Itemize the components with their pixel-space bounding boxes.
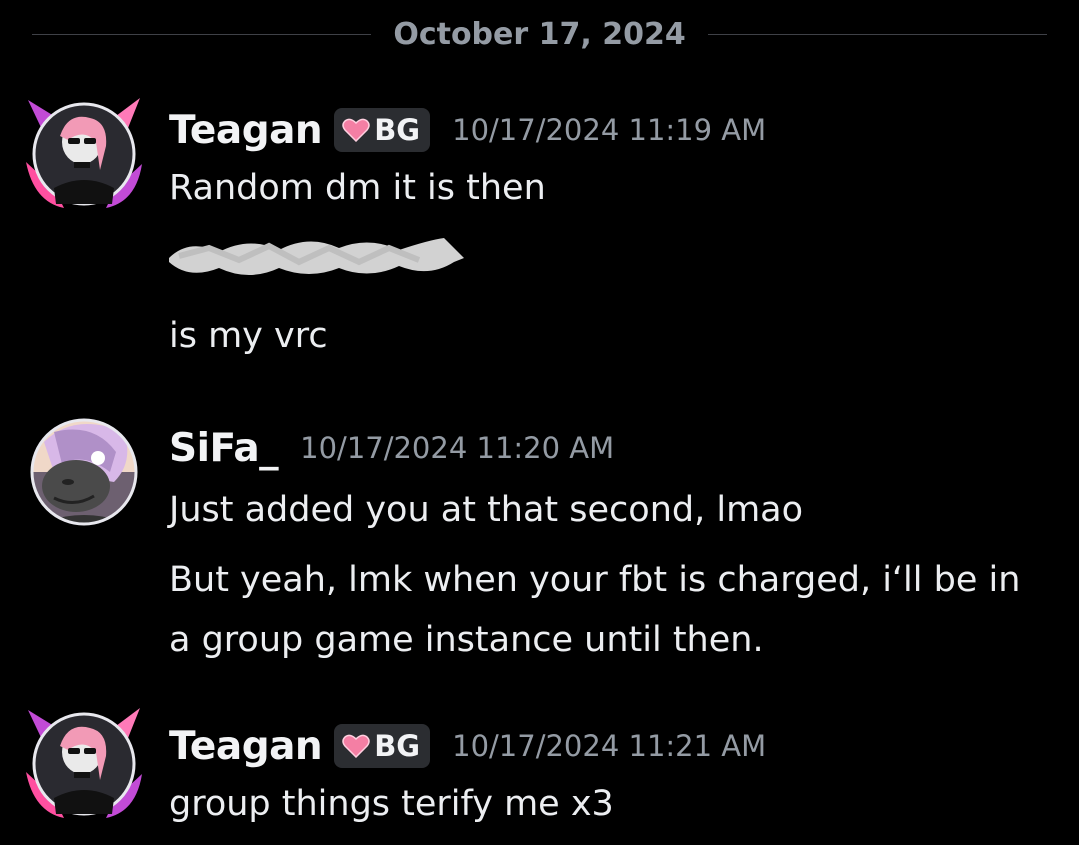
message-text: group things terify me x3 <box>169 784 614 824</box>
divider-date: October 17, 2024 <box>393 16 686 52</box>
username[interactable]: Teagan <box>169 724 323 769</box>
message-header: Teagan BG 10/17/2024 11:19 AM <box>169 102 1059 158</box>
timestamp: 10/17/2024 11:19 AM <box>452 113 767 147</box>
pink-heart-icon <box>342 734 370 758</box>
message-text: Just added you at that second, lmao <box>169 490 804 530</box>
sifa-avatar-icon <box>30 418 138 526</box>
username[interactable]: Teagan <box>169 108 323 153</box>
username[interactable]: SiFa_ <box>169 426 279 471</box>
message-content: SiFa_ 10/17/2024 11:20 AM Just added you… <box>169 420 1059 670</box>
message-content: Teagan BG 10/17/2024 11:21 AM group thin… <box>169 718 1059 834</box>
message-content: Teagan BG 10/17/2024 11:19 AM Random dm … <box>169 102 1059 366</box>
divider-line-left <box>32 33 372 35</box>
message-text: But yeah, lmk when your fbt is charged, … <box>169 560 1021 600</box>
server-tag[interactable]: BG <box>334 724 431 768</box>
teagan-avatar-icon <box>26 98 142 208</box>
server-tag[interactable]: BG <box>334 108 431 152</box>
tag-label: BG <box>374 113 421 147</box>
tag-label: BG <box>374 729 421 763</box>
avatar[interactable] <box>24 412 144 532</box>
message-text: Random dm it is then <box>169 168 546 208</box>
timestamp: 10/17/2024 11:20 AM <box>300 431 615 465</box>
avatar[interactable] <box>24 92 144 212</box>
pink-heart-icon <box>342 118 370 142</box>
teagan-avatar-icon <box>26 708 142 818</box>
message-header: Teagan BG 10/17/2024 11:21 AM <box>169 718 1059 774</box>
message-text: is my vrc <box>169 316 328 356</box>
date-divider: October 17, 2024 <box>32 12 1048 56</box>
timestamp: 10/17/2024 11:21 AM <box>452 729 767 763</box>
divider-line-right <box>707 33 1048 35</box>
message-text: a group game instance until then. <box>169 620 764 660</box>
avatar[interactable] <box>24 702 144 822</box>
message-header: SiFa_ 10/17/2024 11:20 AM <box>169 420 1059 476</box>
redacted-scribble <box>169 238 464 275</box>
